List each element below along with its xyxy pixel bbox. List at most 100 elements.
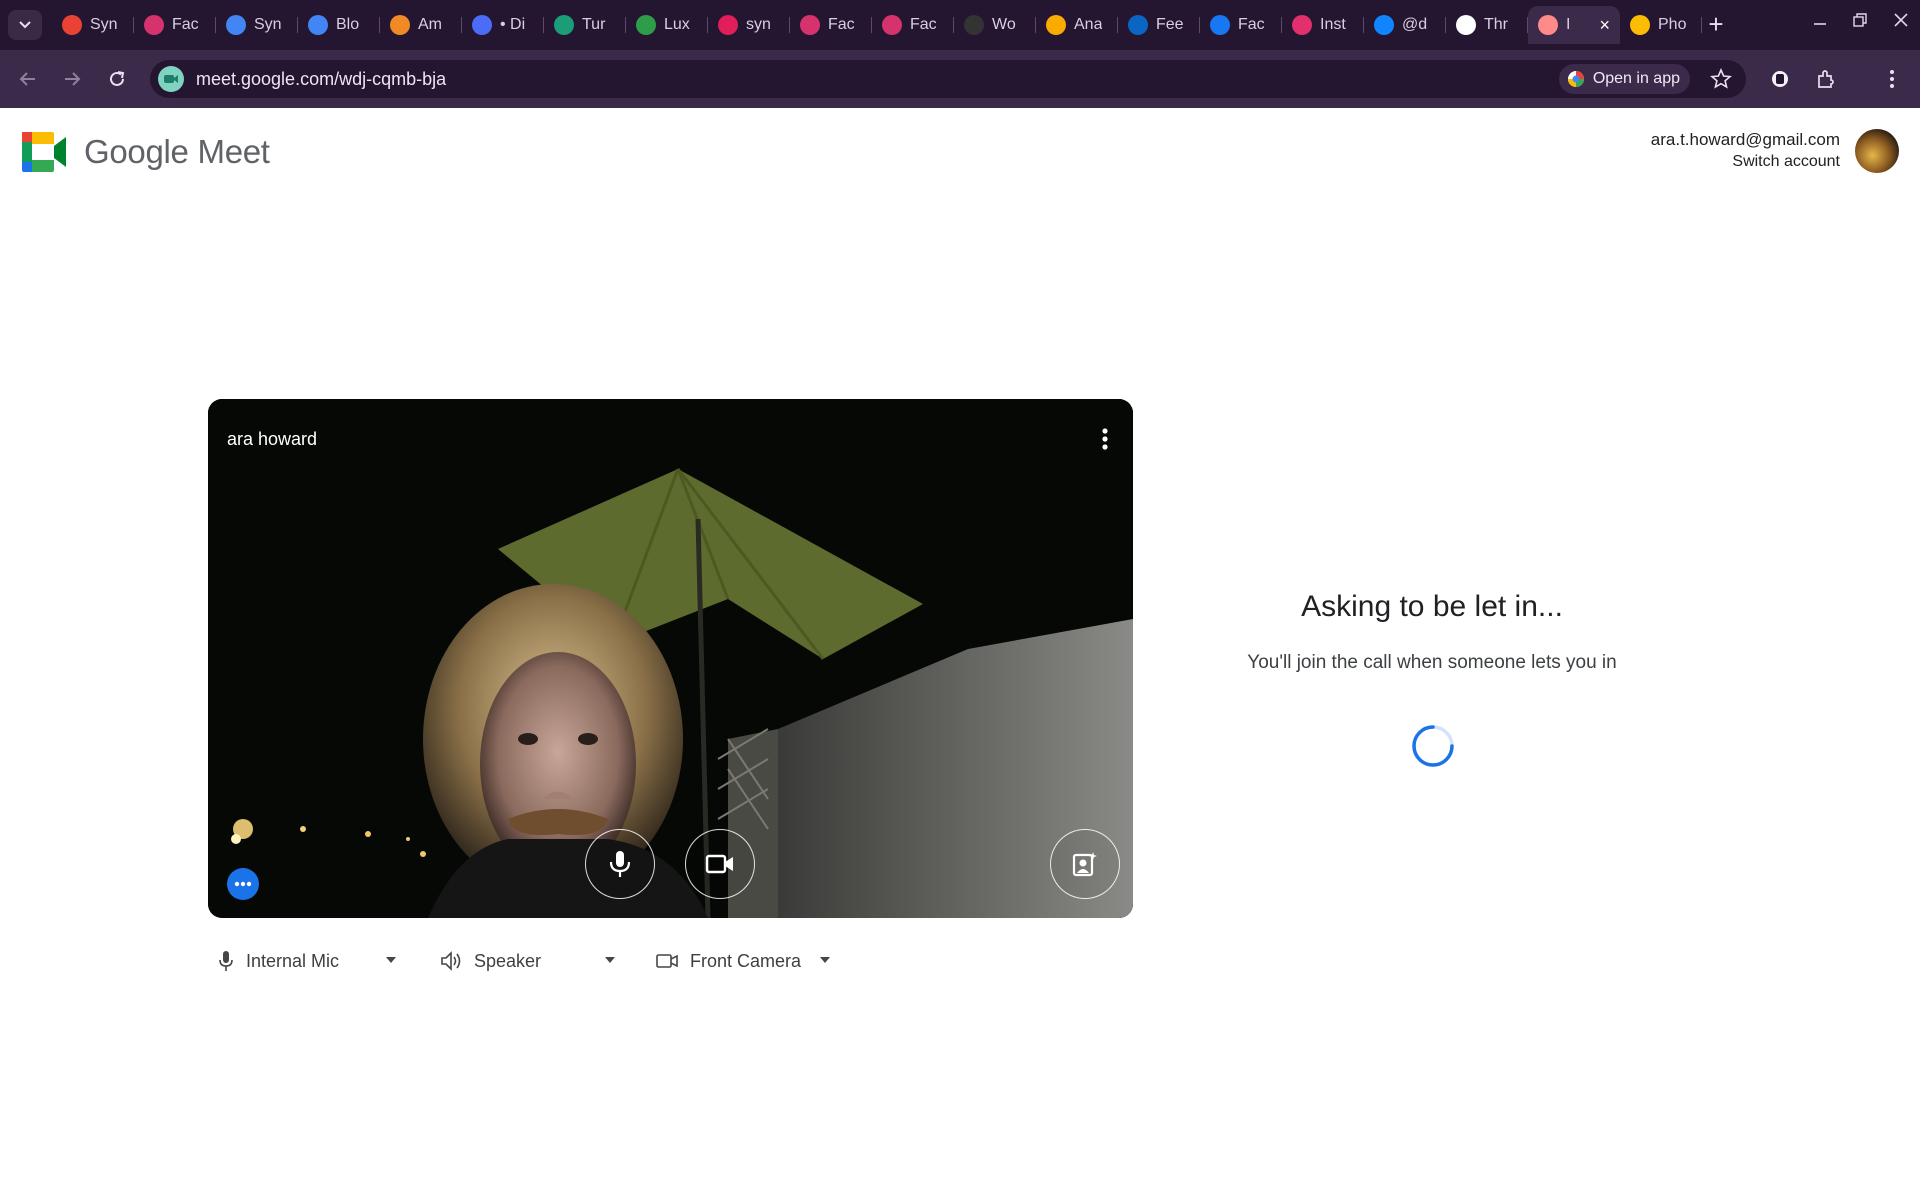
browser-tab[interactable]: Syn (52, 6, 134, 44)
browser-tab[interactable]: Ana (1036, 6, 1118, 44)
tab-label: Ana (1074, 16, 1102, 33)
tab-label: Am (418, 16, 442, 33)
google-photos-icon (1630, 15, 1650, 35)
browser-tab[interactable]: Lux (626, 6, 708, 44)
browser-tab[interactable]: Wo (954, 6, 1036, 44)
tab-search-button[interactable] (8, 10, 42, 40)
facebook-icon (1210, 15, 1230, 35)
more-options-icon[interactable] (1095, 425, 1115, 453)
account-email: ara.t.howard@gmail.com (1650, 130, 1840, 149)
chat-icon (472, 15, 492, 35)
speaker-select[interactable]: Speaker (440, 943, 620, 979)
browser-tab[interactable]: Fac (134, 6, 216, 44)
camera-select[interactable]: Front Camera (656, 943, 836, 979)
tab-label: Fac (828, 16, 855, 33)
speaker-icon (441, 951, 461, 971)
plus-circle-icon (636, 15, 656, 35)
browser-tab[interactable]: Fee (1118, 6, 1200, 44)
gmail-icon (62, 15, 82, 35)
tab-label: Thr (1484, 16, 1508, 33)
browser-tab[interactable]: Fac (872, 6, 954, 44)
caret-down-icon (605, 957, 615, 963)
tab-label: I (1566, 16, 1571, 33)
browser-tab-bar: Syn Fac Syn Blo Am • Di Tur Lux syn Fac Fac Wo Ana Fe… (0, 0, 1920, 50)
tab-label: Pho (1658, 16, 1686, 33)
close-window-icon[interactable] (1893, 12, 1909, 33)
browser-tab[interactable]: Am (380, 6, 462, 44)
browser-tab[interactable]: Thr (1446, 6, 1528, 44)
url-text[interactable]: meet.google.com/wdj-cqmb-bja (196, 69, 446, 90)
ellipsis-icon (234, 881, 252, 887)
forward-button[interactable] (56, 63, 88, 95)
switch-account-link[interactable]: Switch account (1651, 153, 1840, 171)
restore-icon[interactable] (1852, 12, 1868, 33)
at-sign-icon (800, 15, 820, 35)
at-sign-icon (144, 15, 164, 35)
meet-logo[interactable]: Google Meet (22, 132, 270, 172)
browser-tab[interactable]: Pho (1620, 6, 1702, 44)
open-in-app-button[interactable]: Open in app (1558, 64, 1690, 94)
browser-tab[interactable]: @d (1364, 6, 1446, 44)
microphone-toggle-button[interactable] (585, 829, 655, 899)
browser-tab[interactable]: syn (708, 6, 790, 44)
address-bar[interactable]: meet.google.com/wdj-cqmb-bja Open in app (150, 60, 1746, 98)
portrait-sparkle-icon (1072, 852, 1097, 877)
back-button[interactable] (12, 63, 44, 95)
tab-label: • Di (500, 16, 526, 33)
reload-button[interactable] (101, 63, 133, 95)
browser-toolbar: meet.google.com/wdj-cqmb-bja Open in app (0, 50, 1920, 108)
new-tab-button[interactable]: + (1702, 10, 1730, 40)
google-docs-icon (308, 15, 328, 35)
browser-tab[interactable]: Blo (298, 6, 380, 44)
status-subtitle: You'll join the call when someone lets y… (1247, 652, 1617, 673)
bluesky-icon (1374, 15, 1394, 35)
browser-tab[interactable]: Fac (1200, 6, 1282, 44)
more-actions-button[interactable] (227, 868, 259, 900)
tab-label: Fee (1156, 16, 1184, 33)
close-tab-icon[interactable]: × (1599, 16, 1610, 34)
caret-down-icon (820, 957, 830, 963)
account-info: ara.t.howard@gmail.com Switch account (1651, 130, 1840, 171)
tab-label: Inst (1320, 16, 1346, 33)
self-video-preview: ara howard (208, 399, 1133, 918)
brand-google: Google (84, 133, 189, 170)
browser-tab[interactable]: • Di (462, 6, 544, 44)
tab-label: Lux (664, 16, 690, 33)
avatar[interactable] (1855, 129, 1899, 173)
meet-wordmark: Google Meet (84, 133, 270, 171)
tab-label: Fac (1238, 16, 1265, 33)
reload-icon (110, 71, 125, 86)
minimize-icon[interactable] (1812, 12, 1828, 33)
brand-meet: Meet (197, 133, 270, 170)
caret-down-icon (386, 957, 396, 963)
tab-strip: Syn Fac Syn Blo Am • Di Tur Lux syn Fac Fac Wo Ana Fe… (52, 6, 1702, 44)
tab-label: Fac (910, 16, 937, 33)
open-in-app-label: Open in app (1592, 70, 1680, 87)
site-info-icon[interactable] (158, 66, 184, 92)
linkedin-icon (1128, 15, 1148, 35)
browser-tab[interactable]: Inst (1282, 6, 1364, 44)
analytics-icon (1046, 15, 1066, 35)
extensions-puzzle-icon[interactable] (1810, 63, 1842, 95)
browser-menu-icon[interactable] (1876, 63, 1908, 95)
arrow-left-icon (19, 72, 35, 86)
profile-extension-icon[interactable] (1764, 63, 1796, 95)
video-camera-icon (705, 854, 733, 874)
microphone-select[interactable]: Internal Mic (218, 943, 398, 979)
arrow-right-icon (65, 72, 81, 86)
bookmark-star-icon[interactable] (1710, 67, 1732, 95)
tab-label: Wo (992, 16, 1016, 33)
camera-feed-image (208, 399, 1133, 918)
browser-tab[interactable]: Fac (790, 6, 872, 44)
tab-label: Fac (172, 16, 199, 33)
meet-app-icon (1567, 71, 1584, 87)
visual-effects-button[interactable] (1050, 829, 1120, 899)
browser-tab[interactable]: Syn (216, 6, 298, 44)
browser-tab[interactable]: Tur (544, 6, 626, 44)
browser-tab[interactable]: I × (1528, 6, 1620, 44)
microphone-icon (219, 951, 233, 971)
mascot-icon (554, 15, 574, 35)
camera-toggle-button[interactable] (685, 829, 755, 899)
microphone-select-label: Internal Mic (246, 950, 340, 971)
participant-name: ara howard (227, 429, 318, 449)
